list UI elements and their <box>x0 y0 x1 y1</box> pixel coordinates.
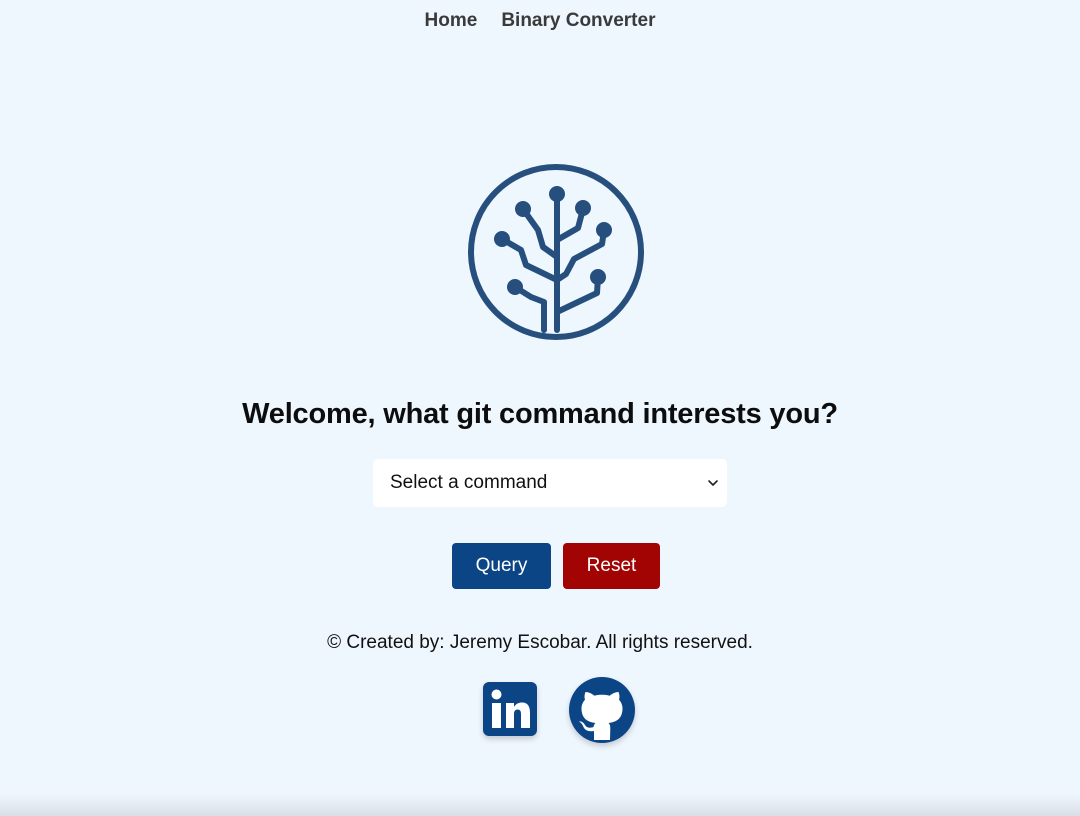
command-select[interactable]: Select a command <box>373 459 727 507</box>
nav-home-link[interactable]: Home <box>425 10 478 32</box>
reset-button[interactable]: Reset <box>563 543 660 589</box>
top-nav: Home Binary Converter <box>0 10 1080 32</box>
footer-copyright: © Created by: Jeremy Escobar. All rights… <box>327 632 753 653</box>
linkedin-icon[interactable] <box>483 682 537 736</box>
git-tree-logo-icon <box>468 164 644 340</box>
chevron-down-icon <box>708 480 718 486</box>
query-button[interactable]: Query <box>452 543 551 589</box>
page-heading: Welcome, what git command interests you? <box>242 398 838 430</box>
github-icon[interactable] <box>568 676 636 744</box>
bottom-shade <box>0 794 1080 816</box>
nav-binary-converter-link[interactable]: Binary Converter <box>501 10 655 32</box>
command-select-value: Select a command <box>390 472 548 493</box>
